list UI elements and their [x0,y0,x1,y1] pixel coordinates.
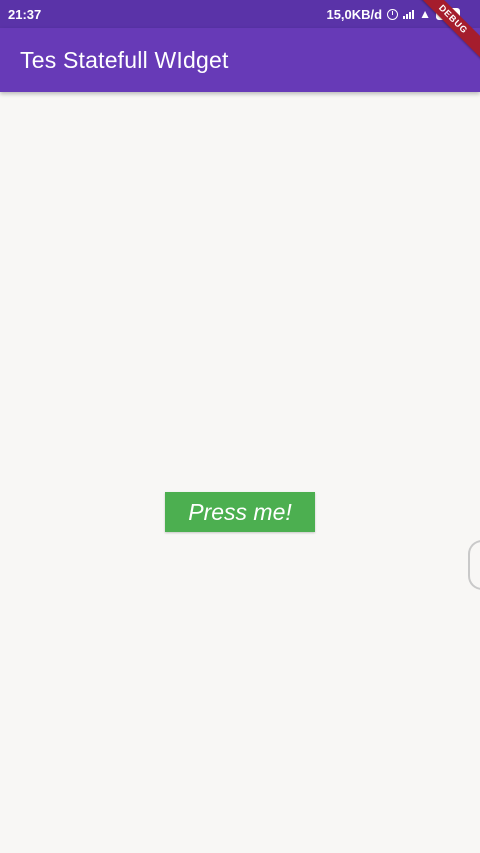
app-title: Tes Statefull WIdget [20,46,229,73]
status-bar: 21:37 15,0KB/d ▲ 84 [0,0,480,28]
press-me-button[interactable]: Press me! [165,492,315,532]
app-bar: Tes Statefull WIdget [0,28,480,92]
press-me-button-label: Press me! [188,498,292,525]
network-speed: 15,0KB/d [326,6,383,22]
wifi-icon: ▲ [419,7,431,21]
alarm-clock-icon [387,8,399,20]
cellular-signal-icon [403,9,415,19]
edge-swipe-handle[interactable] [468,540,480,590]
status-time: 21:37 [8,6,42,22]
